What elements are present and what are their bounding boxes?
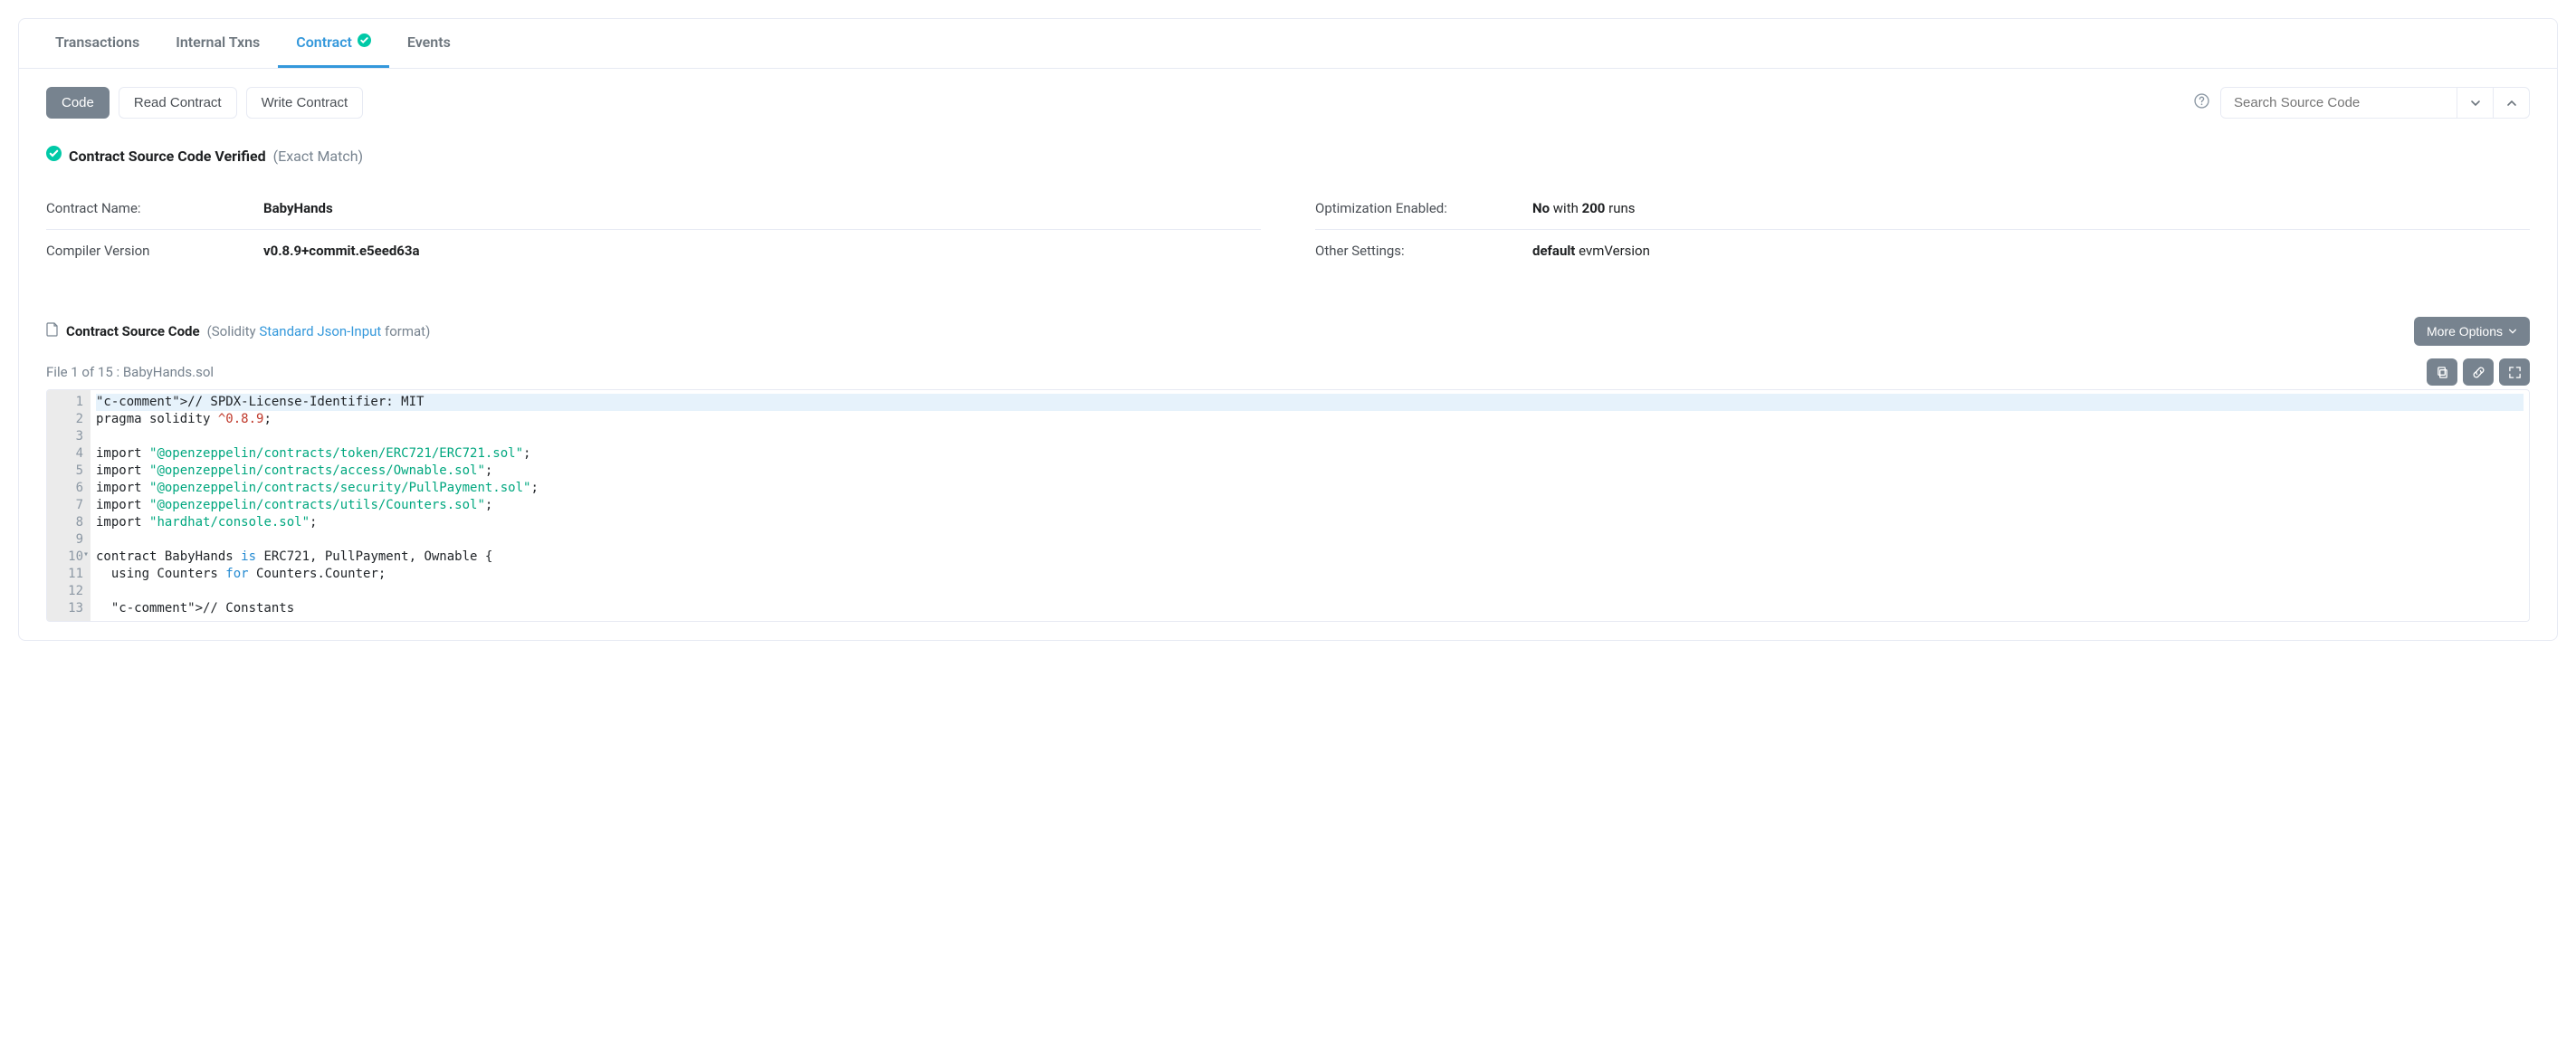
- write-contract-button[interactable]: Write Contract: [246, 87, 364, 119]
- code-line: [96, 583, 2524, 600]
- contract-info-grid: Contract Name: BabyHands Compiler Versio…: [46, 187, 2530, 272]
- read-contract-button[interactable]: Read Contract: [119, 87, 237, 119]
- code-line: import "@openzeppelin/contracts/utils/Co…: [96, 497, 2524, 514]
- code-line: "c-comment">// Constants: [96, 600, 2524, 617]
- code-line: contract BabyHands is ERC721, PullPaymen…: [96, 549, 2524, 566]
- tab-contract[interactable]: Contract: [278, 19, 389, 68]
- code-line: using Counters for Counters.Counter;: [96, 566, 2524, 583]
- source-head: Contract Source Code (Solidity Standard …: [46, 317, 2530, 346]
- other-settings-label: Other Settings:: [1315, 243, 1532, 259]
- info-col-right: Optimization Enabled: No with 200 runs O…: [1315, 187, 2530, 272]
- info-row-optimization: Optimization Enabled: No with 200 runs: [1315, 187, 2530, 230]
- line-number-gutter: 12345678910▾111213: [47, 390, 91, 621]
- search-next-button[interactable]: [2457, 88, 2493, 118]
- code-line: import "@openzeppelin/contracts/security…: [96, 480, 2524, 497]
- info-row-other: Other Settings: default evmVersion: [1315, 230, 2530, 272]
- search-input[interactable]: [2221, 88, 2457, 118]
- code-line: import "hardhat/console.sol";: [96, 514, 2524, 531]
- tab-contract-label: Contract: [296, 33, 352, 51]
- source-head-left: Contract Source Code (Solidity Standard …: [46, 322, 430, 340]
- tab-transactions[interactable]: Transactions: [37, 19, 157, 68]
- info-row-compiler: Compiler Version v0.8.9+commit.e5eed63a: [46, 230, 1261, 272]
- copy-button[interactable]: [2427, 358, 2457, 386]
- tab-internal-txns[interactable]: Internal Txns: [157, 19, 278, 68]
- verified-badge-icon: [358, 33, 371, 51]
- tab-content: Code Read Contract Write Contract: [19, 69, 2557, 640]
- file-position-label: File 1 of 15 : BabyHands.sol: [46, 364, 214, 380]
- file-row: File 1 of 15 : BabyHands.sol: [46, 358, 2530, 386]
- code-line: "c-comment">// SPDX-License-Identifier: …: [96, 394, 2524, 411]
- tab-events[interactable]: Events: [389, 19, 469, 68]
- editor-icon-buttons: [2427, 358, 2530, 386]
- code-editor[interactable]: 12345678910▾111213 "c-comment">// SPDX-L…: [46, 389, 2530, 622]
- optimization-value: No with 200 runs: [1532, 200, 1636, 216]
- other-settings-value: default evmVersion: [1532, 243, 1650, 259]
- verified-row: Contract Source Code Verified (Exact Mat…: [46, 146, 2530, 166]
- code-line: import "@openzeppelin/contracts/token/ER…: [96, 445, 2524, 463]
- file-icon: [46, 322, 59, 340]
- search-prev-button[interactable]: [2493, 88, 2529, 118]
- subtab-group: Code Read Contract Write Contract: [46, 87, 363, 119]
- code-line: [96, 428, 2524, 445]
- verified-title: Contract Source Code Verified: [69, 148, 266, 165]
- info-col-left: Contract Name: BabyHands Compiler Versio…: [46, 187, 1261, 272]
- info-row-name: Contract Name: BabyHands: [46, 187, 1261, 230]
- code-content: "c-comment">// SPDX-License-Identifier: …: [91, 390, 2529, 621]
- more-options-button[interactable]: More Options: [2414, 317, 2530, 346]
- compiler-version-value: v0.8.9+commit.e5eed63a: [263, 243, 420, 259]
- subbar-right: [2194, 87, 2530, 119]
- compiler-version-label: Compiler Version: [46, 243, 263, 259]
- contract-name-value: BabyHands: [263, 200, 333, 216]
- chevron-down-icon: [2508, 324, 2517, 339]
- code-line: pragma solidity ^0.8.9;: [96, 411, 2524, 428]
- code-line: import "@openzeppelin/contracts/access/O…: [96, 463, 2524, 480]
- check-circle-icon: [46, 146, 62, 166]
- search-source-group: [2220, 87, 2530, 119]
- contract-name-label: Contract Name:: [46, 200, 263, 216]
- fullscreen-button[interactable]: [2499, 358, 2530, 386]
- optimization-label: Optimization Enabled:: [1315, 200, 1532, 216]
- help-icon[interactable]: [2194, 93, 2209, 112]
- verified-subtitle: (Exact Match): [273, 148, 363, 165]
- json-input-link[interactable]: Standard Json-Input: [259, 323, 381, 339]
- source-code-title: Contract Source Code: [66, 323, 200, 339]
- contract-panel: Transactions Internal Txns Contract Even…: [18, 18, 2558, 641]
- contract-subbar: Code Read Contract Write Contract: [46, 87, 2530, 119]
- code-button[interactable]: Code: [46, 87, 110, 119]
- code-line: [96, 531, 2524, 549]
- permalink-button[interactable]: [2463, 358, 2494, 386]
- main-tabs: Transactions Internal Txns Contract Even…: [19, 19, 2557, 69]
